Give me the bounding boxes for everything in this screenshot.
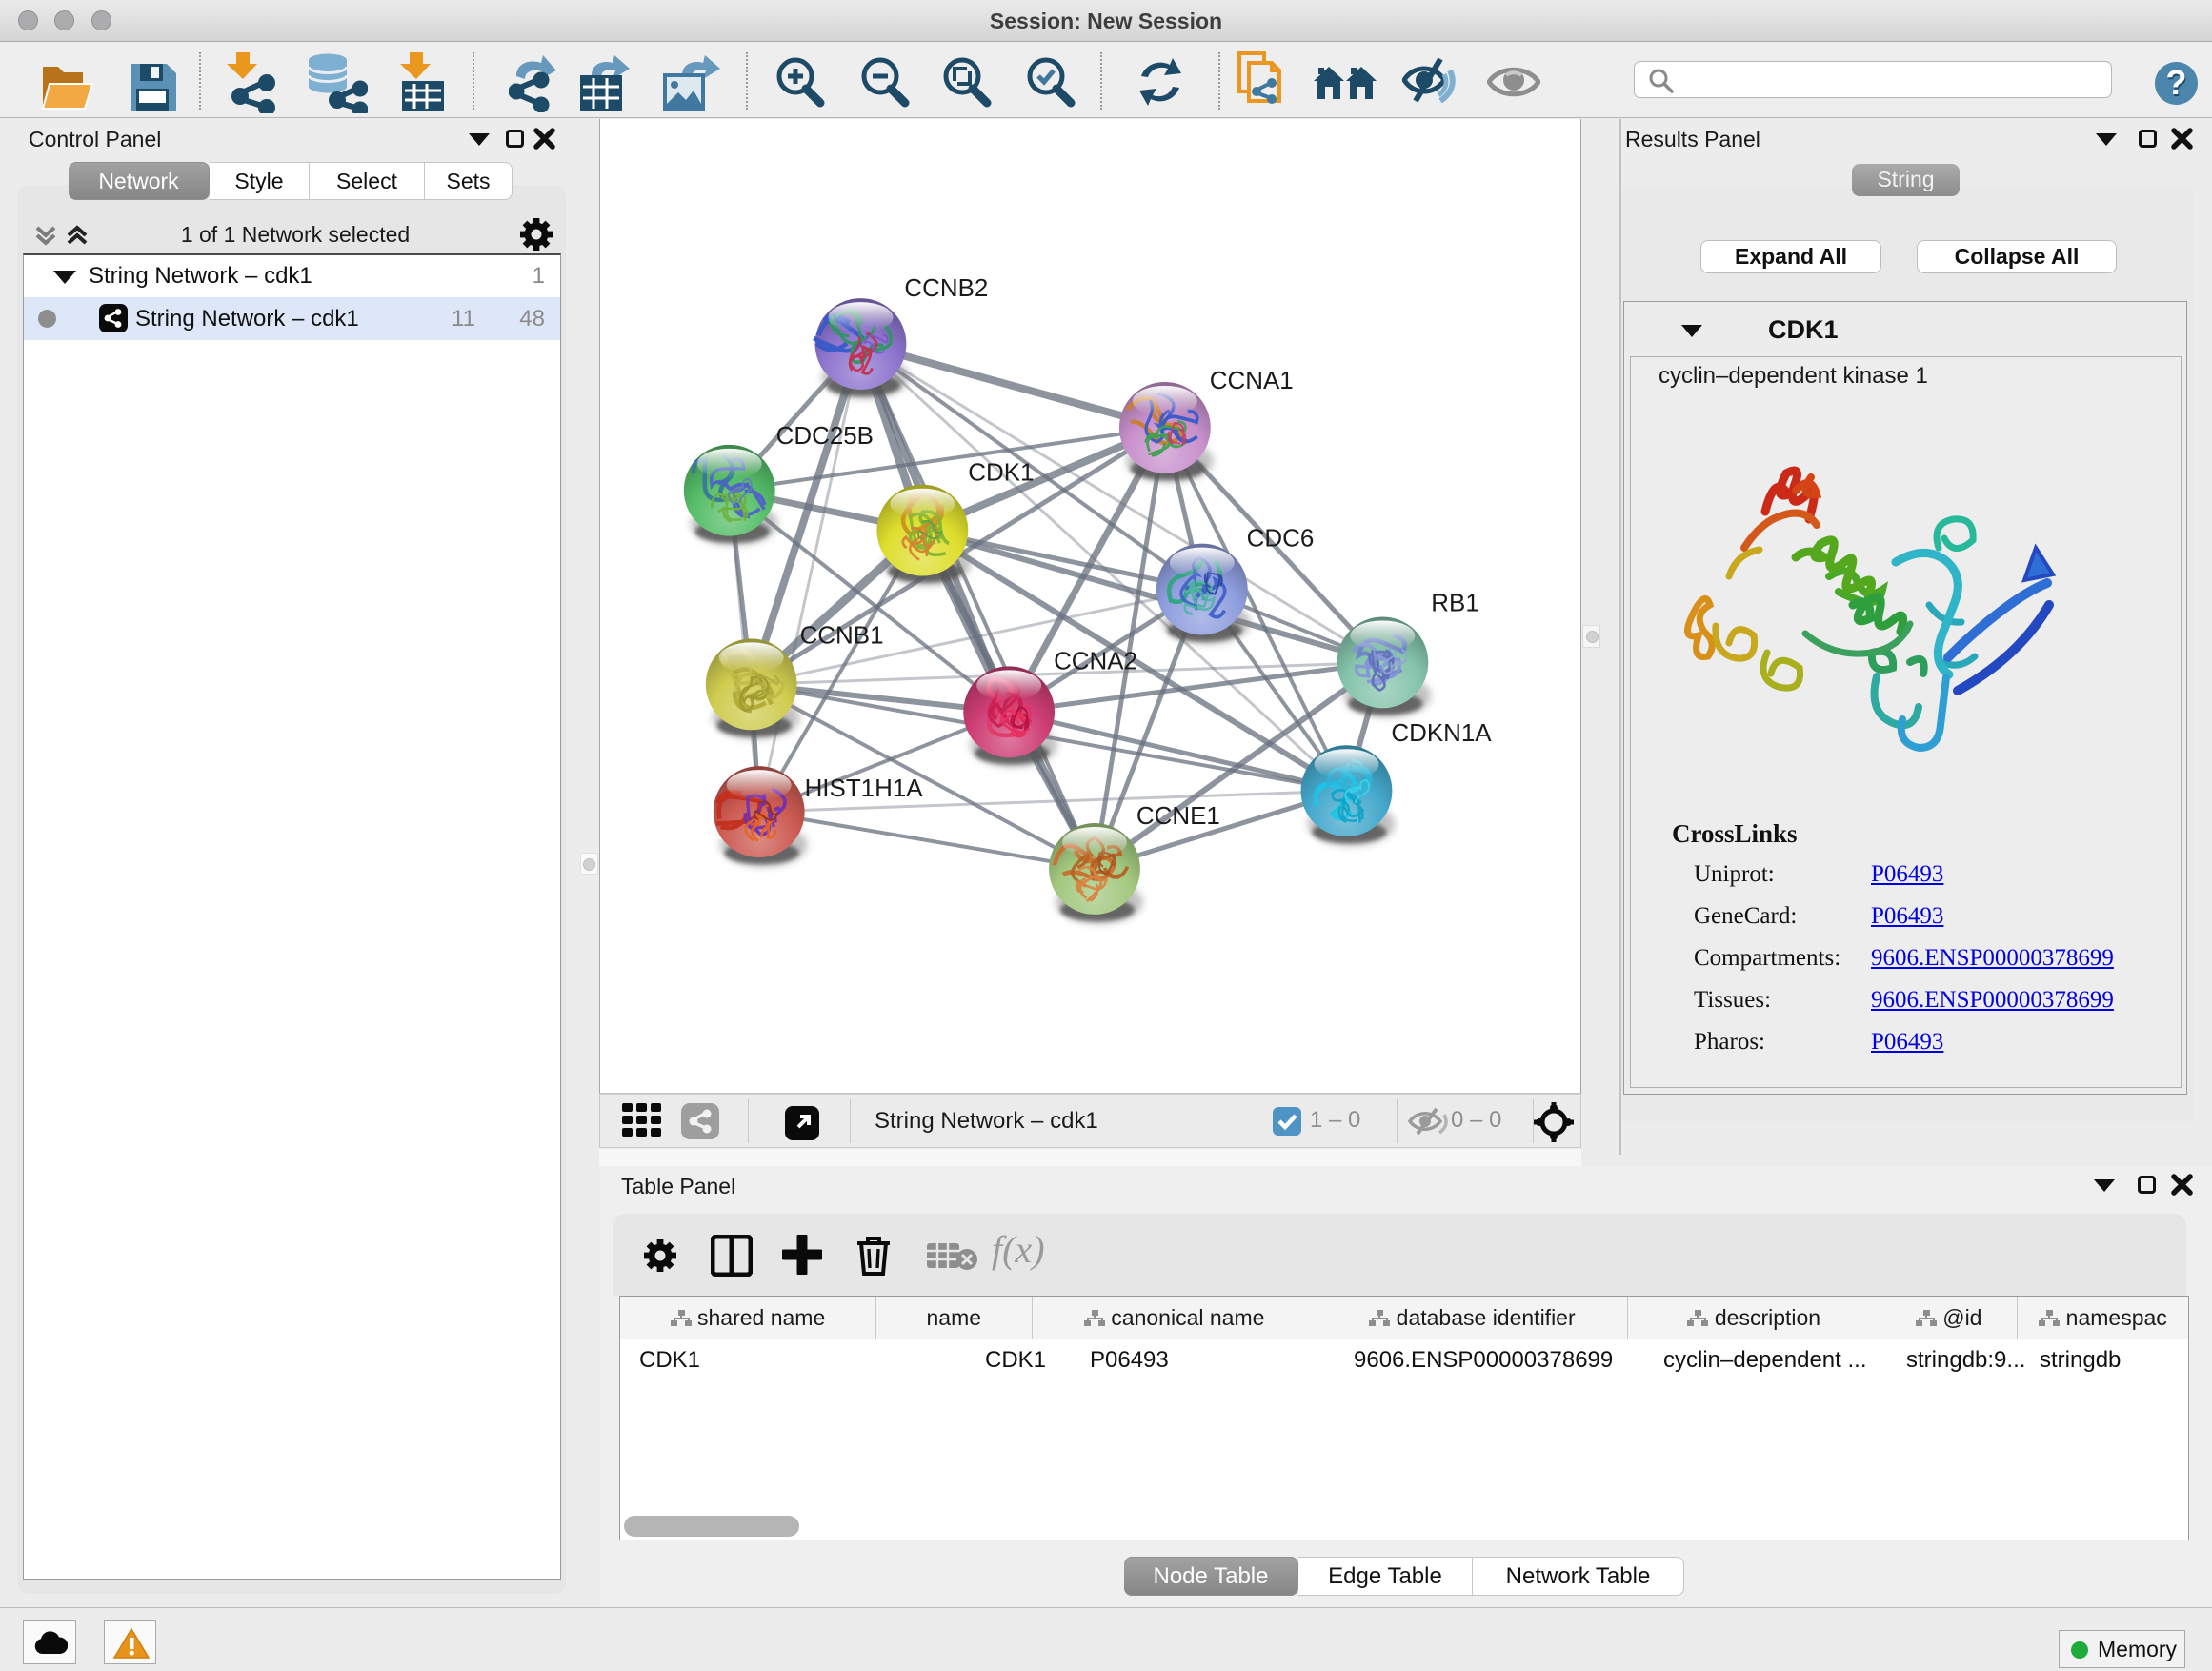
svg-text:CDC25B: CDC25B: [776, 423, 874, 450]
svg-text:CCNA2: CCNA2: [1054, 648, 1137, 674]
svg-text:CDC6: CDC6: [1247, 526, 1315, 553]
svg-text:CDK1: CDK1: [968, 460, 1034, 487]
svg-text:HIST1H1A: HIST1H1A: [805, 775, 924, 802]
svg-text:CCNB1: CCNB1: [800, 622, 884, 649]
svg-text:CCNA1: CCNA1: [1210, 368, 1294, 394]
svg-text:CCNB2: CCNB2: [904, 275, 988, 302]
svg-text:CDKN1A: CDKN1A: [1391, 720, 1492, 747]
svg-text:RB1: RB1: [1431, 590, 1478, 616]
svg-text:CCNE1: CCNE1: [1136, 803, 1220, 830]
